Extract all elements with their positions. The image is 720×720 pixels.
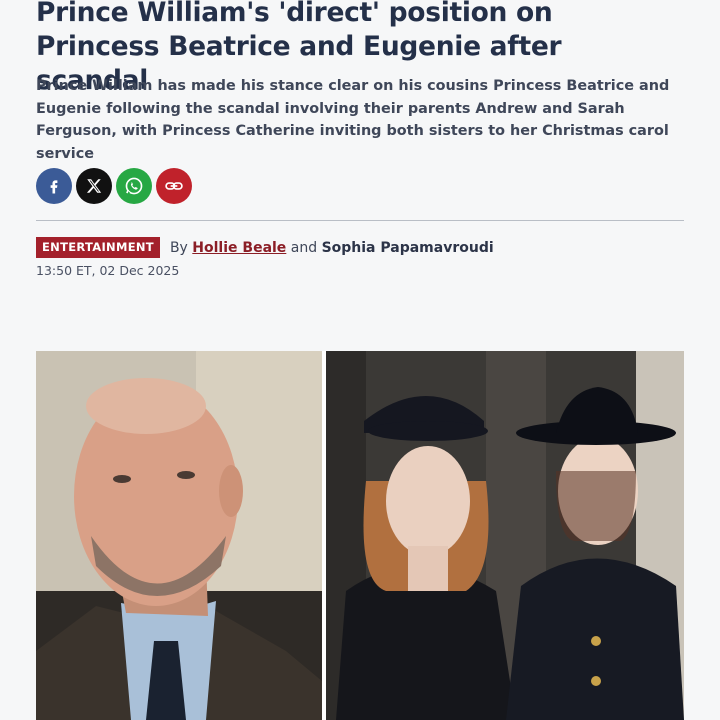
divider <box>36 220 684 221</box>
share-buttons <box>36 168 192 204</box>
byline-joiner: and <box>290 239 318 256</box>
link-icon <box>165 182 183 190</box>
facebook-share-button[interactable] <box>36 168 72 204</box>
standfirst: Prince William has made his stance clear… <box>36 78 670 162</box>
whatsapp-share-button[interactable] <box>116 168 152 204</box>
x-icon <box>86 179 102 193</box>
byline-row: ENTERTAINMENT By Hollie Beale and Sophia… <box>36 237 494 258</box>
right-photo <box>326 351 684 720</box>
x-share-button[interactable] <box>76 168 112 204</box>
hero-image <box>36 351 684 720</box>
author-name: Sophia Papamavroudi <box>321 239 494 256</box>
facebook-icon <box>50 180 58 194</box>
copy-link-button[interactable] <box>156 168 192 204</box>
byline-prefix: By <box>169 239 188 256</box>
category-badge[interactable]: ENTERTAINMENT <box>36 237 160 258</box>
byline: By Hollie Beale and Sophia Papamavroudi <box>170 240 494 256</box>
timestamp: 13:50 ET, 02 Dec 2025 <box>36 263 180 278</box>
left-photo <box>36 351 322 720</box>
whatsapp-icon <box>125 177 143 195</box>
author-link[interactable]: Hollie Beale <box>192 240 286 256</box>
